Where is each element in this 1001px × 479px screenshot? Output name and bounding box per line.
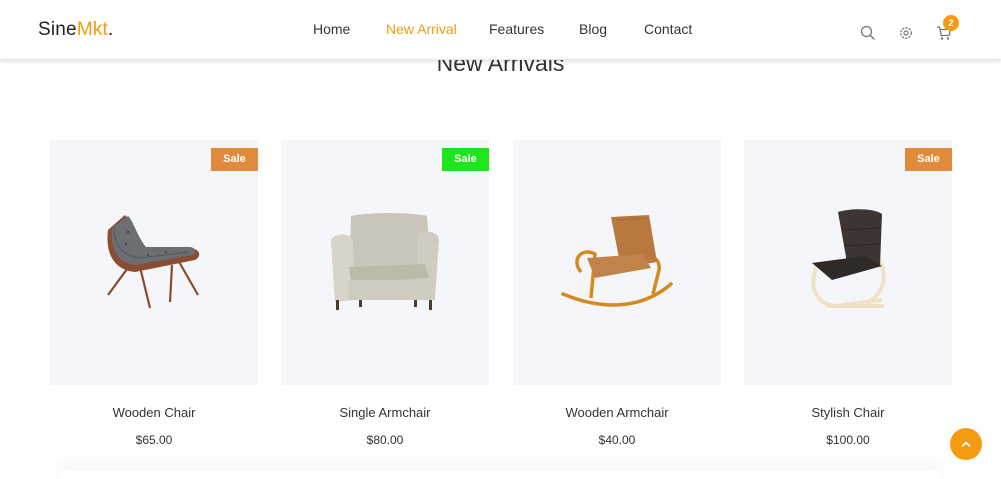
product-card[interactable]: Sale Stylish Chair $100.00 <box>744 140 952 447</box>
stylish-chair-image <box>811 209 886 309</box>
rocking-chair-image <box>561 215 673 307</box>
nav-item-features[interactable]: Features <box>489 21 544 37</box>
nav-item-home[interactable]: Home <box>313 21 350 37</box>
main-menu: Home New Arrival Features Blog Contact <box>0 0 1001 60</box>
product-card[interactable]: Wooden Armchair $40.00 <box>513 140 721 447</box>
top-navbar: SineMkt. Home New Arrival Features Blog … <box>0 0 1001 60</box>
cart-count-badge: 2 <box>943 15 959 31</box>
lounge-chair-image <box>107 215 200 309</box>
sale-badge: Sale <box>905 148 952 171</box>
nav-item-contact[interactable]: Contact <box>644 21 692 37</box>
product-price: $40.00 <box>598 433 636 447</box>
armchair-image <box>331 213 439 310</box>
product-name[interactable]: Stylish Chair <box>744 405 952 420</box>
product-image-area[interactable]: Sale <box>744 140 952 385</box>
product-image-area[interactable]: Sale <box>50 140 258 385</box>
sale-badge: Sale <box>211 148 258 171</box>
gear-icon[interactable] <box>897 24 915 42</box>
product-price: $65.00 <box>135 433 173 447</box>
product-card[interactable]: Sale Wooden Chair $65.00 <box>50 140 258 447</box>
chevron-up-icon <box>961 441 971 447</box>
scroll-to-top-button[interactable] <box>950 428 982 460</box>
sale-badge: Sale <box>442 148 489 171</box>
next-section-edge <box>60 470 940 479</box>
product-name[interactable]: Wooden Chair <box>50 405 258 420</box>
product-card[interactable]: Sale Single Armchair $80.00 <box>281 140 489 447</box>
product-name[interactable]: Wooden Armchair <box>513 405 721 420</box>
product-price: $100.00 <box>826 433 870 447</box>
search-icon[interactable] <box>859 24 877 42</box>
product-price: $80.00 <box>366 433 404 447</box>
product-image-area[interactable]: Sale <box>281 140 489 385</box>
product-image-area[interactable] <box>513 140 721 385</box>
nav-item-blog[interactable]: Blog <box>579 21 607 37</box>
nav-item-new-arrival[interactable]: New Arrival <box>386 21 457 37</box>
product-name[interactable]: Single Armchair <box>281 405 489 420</box>
